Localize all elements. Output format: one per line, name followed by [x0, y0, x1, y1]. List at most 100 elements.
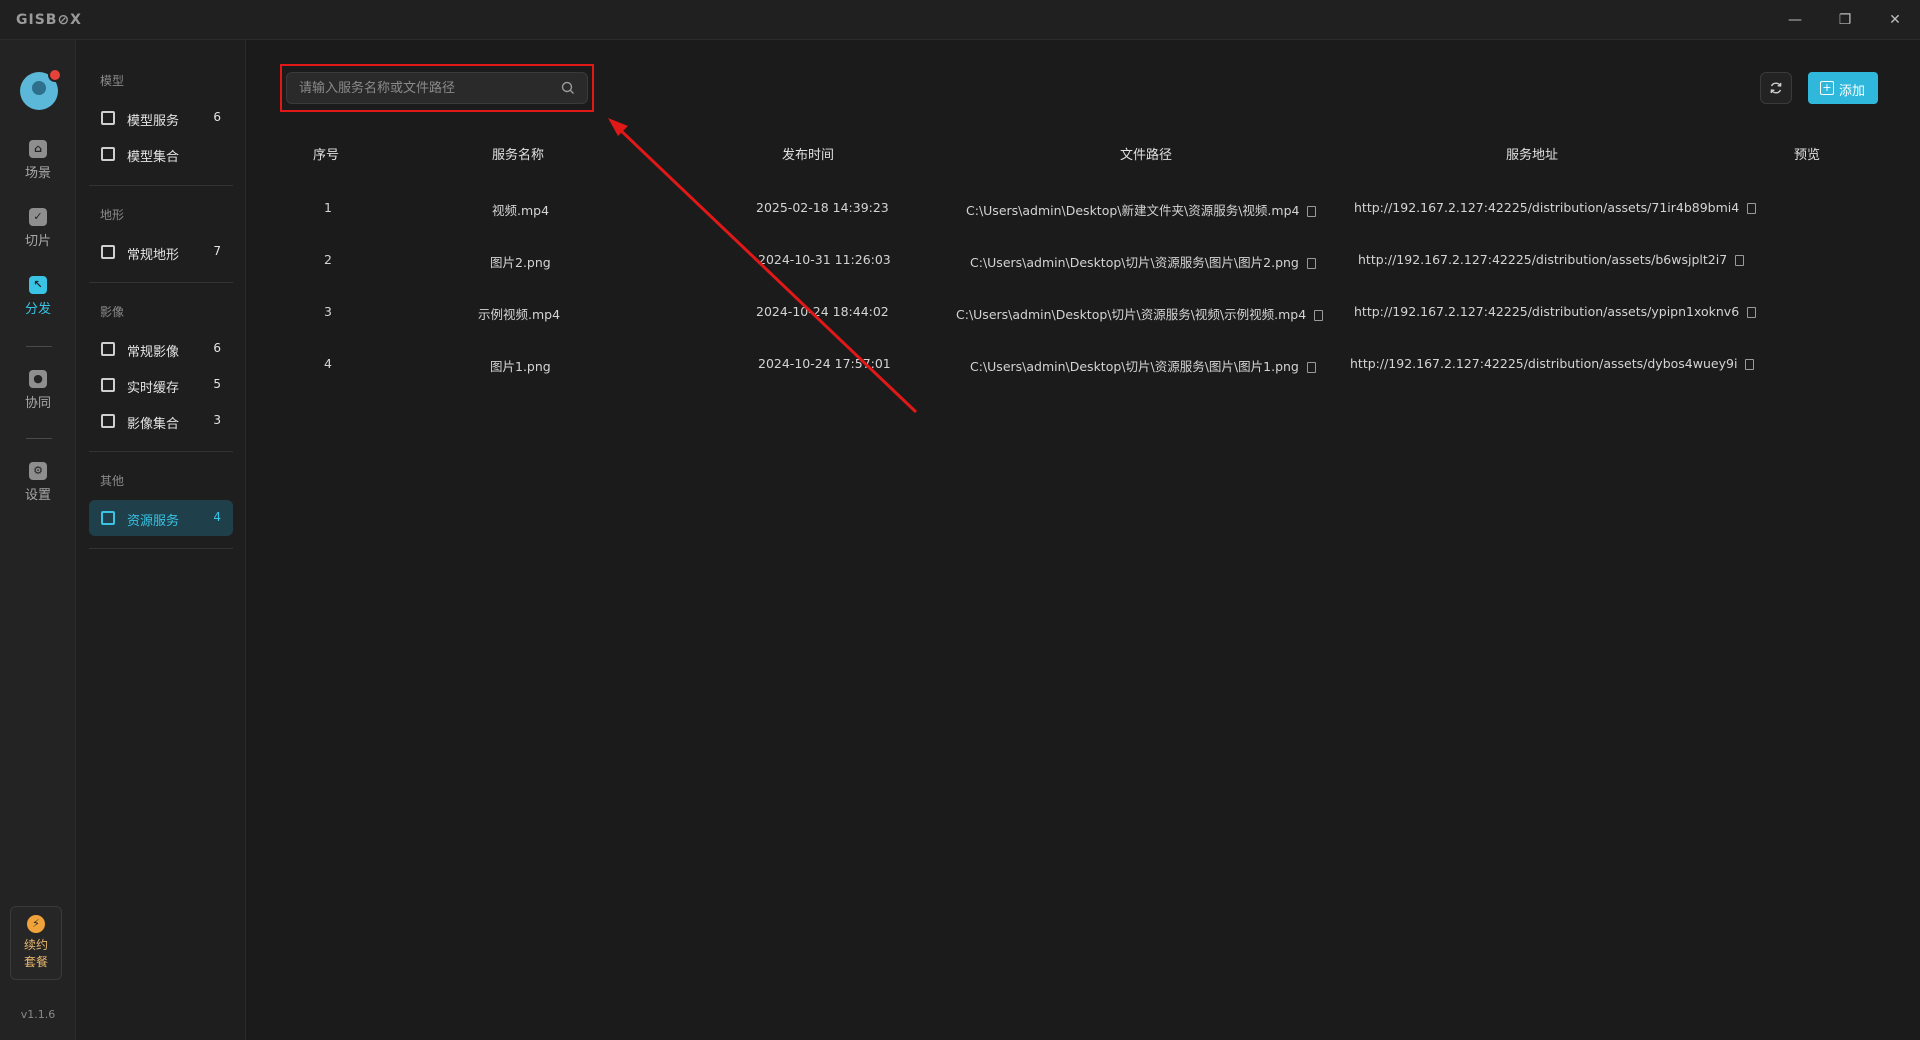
rail-item-collab[interactable]: ● 协同 — [0, 370, 76, 422]
cell-path: C:\Users\admin\Desktop\切片\资源服务\视频\示例视频.m… — [956, 304, 1324, 323]
distribute-icon: ↖ — [29, 276, 47, 294]
annotation-arrow — [608, 118, 918, 414]
app-logo: GISB⊘X — [16, 12, 82, 28]
cell-name: 图片1.png — [490, 359, 551, 374]
cell-url-text[interactable]: http://192.167.2.127:42225/distribution/… — [1350, 356, 1737, 371]
cell-name: 视频.mp4 — [492, 203, 550, 218]
close-icon[interactable]: ✕ — [1880, 8, 1910, 32]
plus-icon: + — [1820, 81, 1834, 95]
sidebar-item-imagery[interactable]: 常规影像 6 — [89, 331, 233, 367]
sidebar-item-label: 模型服务 — [127, 114, 180, 129]
rail-item-slice[interactable]: ✓ 切片 — [0, 208, 76, 260]
copy-icon[interactable] — [1745, 359, 1755, 370]
sidebar-item-count: 6 — [213, 341, 221, 355]
sidebar-item-imagery-collection[interactable]: 影像集合 3 — [89, 403, 233, 439]
sidebar-item-count: 7 — [213, 244, 221, 258]
cell-url: http://192.167.2.127:42225/distribution/… — [1358, 252, 1745, 267]
copy-icon[interactable] — [1314, 310, 1324, 321]
restore-icon[interactable]: ❐ — [1830, 8, 1860, 32]
rail-divider — [26, 346, 52, 347]
cell-url-text[interactable]: http://192.167.2.127:42225/distribution/… — [1354, 200, 1739, 215]
renew-plan-button[interactable]: ⚡ 续约 套餐 — [10, 906, 62, 980]
group-title-other: 其他 — [100, 474, 125, 488]
column-header-preview: 预览 — [1794, 148, 1821, 163]
search-input[interactable] — [299, 73, 549, 103]
sidebar-item-resource-service[interactable]: 资源服务 4 — [89, 500, 233, 536]
resource-icon — [101, 511, 115, 525]
avatar-icon — [32, 81, 46, 95]
cell-time: 2025-02-18 14:39:23 — [756, 200, 889, 215]
rail-label: 设置 — [24, 488, 51, 503]
cell-path-text: C:\Users\admin\Desktop\新建文件夹\资源服务\视频.mp4 — [966, 203, 1300, 218]
cell-index: 1 — [324, 200, 332, 215]
sidebar-item-label: 模型集合 — [127, 150, 180, 165]
sidebar-item-count: 3 — [213, 413, 221, 427]
copy-icon[interactable] — [1747, 203, 1757, 214]
terrain-icon — [101, 245, 115, 259]
promo-line-1: 续约 — [23, 938, 48, 952]
rail-item-settings[interactable]: ⚙ 设置 — [0, 462, 76, 514]
imagery-collection-icon — [101, 414, 115, 428]
app-window: GISB⊘X — ❐ ✕ ⌂ 场景 ✓ 切片 ↖ 分发 ● 协同 ⚙ 设置 ⚡ … — [0, 0, 1920, 1040]
slice-icon: ✓ — [29, 208, 47, 226]
cell-path: C:\Users\admin\Desktop\切片\资源服务\图片\图片2.pn… — [970, 252, 1316, 271]
promo-line-2: 套餐 — [23, 955, 48, 969]
sidebar-item-count: 6 — [213, 110, 221, 124]
sidebar-item-model-collection[interactable]: 模型集合 — [89, 136, 233, 172]
main-panel: + 添加 序号 服务名称 发布时间 文件路径 服务地址 预览 1 视频.mp4 … — [246, 40, 1920, 1040]
lightning-icon: ⚡ — [27, 915, 45, 933]
group-title-imagery: 影像 — [100, 305, 125, 319]
sidebar-divider — [89, 451, 233, 452]
nav-rail: ⌂ 场景 ✓ 切片 ↖ 分发 ● 协同 ⚙ 设置 ⚡ 续约 套餐 v1.1.6 — [0, 40, 76, 1040]
model-icon — [101, 147, 115, 161]
cell-url: http://192.167.2.127:42225/distribution/… — [1354, 304, 1757, 319]
sidebar-item-realtime-cache[interactable]: 实时缓存 5 — [89, 367, 233, 403]
version-label: v1.1.6 — [20, 1008, 56, 1021]
sidebar-item-label: 常规地形 — [127, 248, 180, 263]
category-sidebar: 模型 模型服务 6 模型集合 地形 常规地形 7 影像 常规影像 6 实时缓存 — [76, 40, 246, 1040]
imagery-icon — [101, 342, 115, 356]
copy-icon[interactable] — [1747, 307, 1757, 318]
avatar[interactable] — [20, 68, 62, 110]
cell-url: http://192.167.2.127:42225/distribution/… — [1350, 356, 1755, 371]
sidebar-item-label: 常规影像 — [127, 345, 180, 360]
copy-icon[interactable] — [1307, 206, 1317, 217]
cell-time: 2024-10-24 17:57:01 — [758, 356, 891, 371]
home-icon: ⌂ — [29, 140, 47, 158]
minimize-icon[interactable]: — — [1780, 8, 1810, 32]
sidebar-item-model-service[interactable]: 模型服务 6 — [89, 100, 233, 136]
rail-divider — [26, 438, 52, 439]
sidebar-item-label: 影像集合 — [127, 417, 180, 432]
add-button[interactable]: + 添加 — [1808, 72, 1878, 104]
search-icon[interactable] — [561, 81, 575, 95]
group-title-model: 模型 — [100, 74, 125, 88]
cell-url: http://192.167.2.127:42225/distribution/… — [1354, 200, 1757, 215]
sidebar-divider — [89, 185, 233, 186]
cell-path-text: C:\Users\admin\Desktop\切片\资源服务\图片\图片1.pn… — [970, 359, 1299, 374]
rail-label: 分发 — [24, 302, 51, 317]
column-header-index: 序号 — [313, 148, 340, 163]
cell-url-text[interactable]: http://192.167.2.127:42225/distribution/… — [1358, 252, 1727, 267]
cell-index: 3 — [324, 304, 332, 319]
cell-time: 2024-10-24 18:44:02 — [756, 304, 889, 319]
sidebar-item-label: 资源服务 — [127, 514, 180, 529]
copy-icon[interactable] — [1735, 255, 1745, 266]
cell-path: C:\Users\admin\Desktop\切片\资源服务\图片\图片1.pn… — [970, 356, 1316, 375]
gear-icon: ⚙ — [29, 462, 47, 480]
refresh-button[interactable] — [1760, 72, 1792, 104]
rail-label: 场景 — [24, 166, 51, 181]
cache-icon — [101, 378, 115, 392]
rail-item-distribute[interactable]: ↖ 分发 — [0, 276, 76, 328]
rail-item-scene[interactable]: ⌂ 场景 — [0, 140, 76, 192]
sidebar-item-terrain[interactable]: 常规地形 7 — [89, 234, 233, 270]
cell-index: 2 — [324, 252, 332, 267]
rail-label: 切片 — [24, 234, 51, 249]
column-header-name: 服务名称 — [492, 148, 545, 163]
cell-name: 示例视频.mp4 — [478, 307, 561, 322]
copy-icon[interactable] — [1306, 258, 1316, 269]
copy-icon[interactable] — [1306, 362, 1316, 373]
cell-url-text[interactable]: http://192.167.2.127:42225/distribution/… — [1354, 304, 1739, 319]
cell-index: 4 — [324, 356, 332, 371]
column-header-time: 发布时间 — [782, 148, 835, 163]
cell-time: 2024-10-31 11:26:03 — [758, 252, 891, 267]
